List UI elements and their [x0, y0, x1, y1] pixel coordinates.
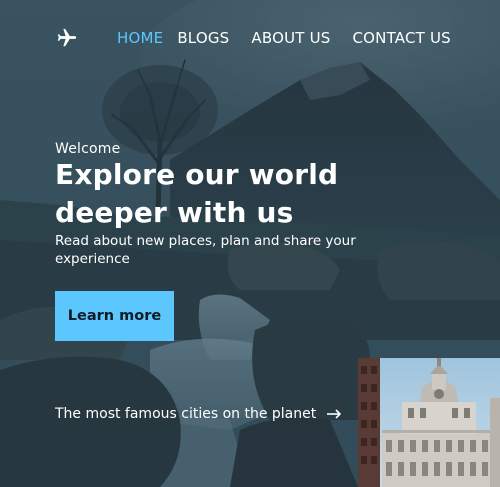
- nav-links: HOME BLOGS ABOUT US CONTACT US: [117, 28, 451, 48]
- famous-cities-label: The most famous cities on the planet: [55, 406, 317, 422]
- nav-link-blogs[interactable]: BLOGS: [177, 28, 229, 48]
- main-navigation: HOME BLOGS ABOUT US CONTACT US: [56, 26, 460, 50]
- nav-link-home[interactable]: HOME: [117, 28, 163, 48]
- arrow-right-icon: [326, 408, 342, 420]
- learn-more-button[interactable]: Learn more: [55, 291, 174, 341]
- hero-headline: Explore our world deeper with us: [55, 158, 339, 229]
- famous-cities-link[interactable]: The most famous cities on the planet: [55, 406, 342, 422]
- city-building-image[interactable]: [358, 358, 500, 487]
- airplane-icon[interactable]: [56, 27, 78, 49]
- nav-link-about-us[interactable]: ABOUT US: [251, 28, 330, 48]
- welcome-text: Welcome: [55, 141, 121, 157]
- hero-subtitle: Read about new places, plan and share yo…: [55, 233, 356, 267]
- nav-link-contact-us[interactable]: CONTACT US: [353, 28, 451, 48]
- hero-section: HOME BLOGS ABOUT US CONTACT US Welcome E…: [0, 0, 500, 487]
